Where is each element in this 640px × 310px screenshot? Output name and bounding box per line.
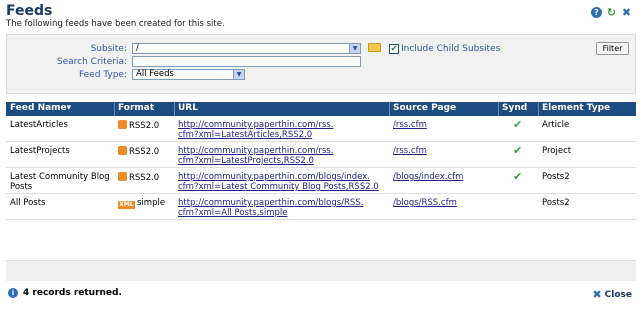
url-link[interactable]: http://community.paperthin.com/blogs/RSS…: [178, 198, 388, 218]
grid-body: LatestArticles RSS2.0 http://community.pap…: [6, 116, 636, 220]
url-line-2: cfm?xml=LatestArticles,RSS2.0: [178, 130, 313, 140]
grid-footer: [6, 260, 636, 281]
info-icon: i: [8, 288, 18, 298]
folder-browse-icon[interactable]: [368, 43, 381, 52]
url-line-1: http://community.paperthin.com/blogs/RSS…: [178, 198, 364, 208]
format-cell: XML simple: [118, 198, 165, 209]
element-type: Article: [542, 120, 570, 130]
status-text: 4 records returned.: [23, 288, 122, 298]
include-child-subsites-label: Include Child Subsites: [401, 44, 501, 54]
url-line-1: http://community.paperthin.com/rss.: [178, 120, 334, 130]
search-criteria-input[interactable]: [132, 56, 361, 67]
table-row[interactable]: Latest Community Blog Posts RSS2.0 http://c…: [6, 168, 636, 194]
column-header-feed-name[interactable]: Feed Name▾: [10, 103, 71, 113]
column-header-element-type[interactable]: Element Type: [542, 103, 610, 113]
subsite-value: /: [136, 43, 139, 53]
checkmark-icon: ✔: [513, 118, 523, 131]
feed-name: All Posts: [10, 198, 46, 208]
column-header-source-page[interactable]: Source Page: [393, 103, 456, 113]
format-value: RSS2.0: [129, 147, 160, 157]
close-x-icon: ✖: [592, 288, 602, 301]
format-value: RSS2.0: [129, 173, 160, 183]
help-icon[interactable]: ?: [591, 7, 602, 18]
url-link[interactable]: http://community.paperthin.com/rss. cfm?x…: [178, 146, 388, 166]
subsite-label: Subsite:: [90, 44, 127, 54]
checkmark-icon: ✔: [513, 170, 523, 183]
column-header-format[interactable]: Format: [118, 103, 154, 113]
format-cell: RSS2.0: [118, 146, 159, 157]
grid-header: Feed Name▾ Format URL Source Page Synd E…: [6, 102, 636, 116]
chevron-down-icon[interactable]: ▼: [349, 44, 360, 53]
url-line-2: cfm?xml=LatestProjects,RSS2.0: [178, 156, 314, 166]
table-row[interactable]: LatestArticles RSS2.0 http://community.pap…: [6, 116, 636, 142]
feed-type-value: All Feeds: [136, 69, 174, 79]
feed-name-cell: LatestArticles: [10, 120, 114, 130]
source-page-link[interactable]: /rss.cfm: [393, 120, 427, 130]
feed-name: LatestArticles: [10, 120, 68, 130]
format-value: RSS2.0: [129, 121, 160, 131]
feed-type-select[interactable]: All Feeds ▼: [132, 69, 245, 80]
page-subtitle: The following feeds have been created fo…: [6, 19, 225, 29]
feed-name-cell: LatestProjects: [10, 146, 114, 156]
url-line-2: cfm?xml=Latest Community Blog Posts,RSS2…: [178, 182, 379, 192]
source-page-link[interactable]: /blogs/RSS.cfm: [393, 198, 457, 208]
xml-icon: XML: [118, 201, 135, 209]
feed-name: Latest Community Blog: [10, 172, 110, 182]
synd-cell: ✔: [513, 118, 523, 131]
feed-name: LatestProjects: [10, 146, 70, 156]
feed-type-label: Feed Type:: [78, 70, 127, 80]
close-button[interactable]: ✖ Close: [592, 288, 632, 301]
close-icon[interactable]: ✖: [621, 6, 632, 19]
url-link[interactable]: http://community.paperthin.com/rss. cfm?x…: [178, 120, 388, 140]
url-line-1: http://community.paperthin.com/rss.: [178, 146, 334, 156]
synd-cell: ✔: [513, 170, 523, 183]
element-type: Posts2: [542, 198, 570, 208]
checkmark-icon: ✔: [513, 144, 523, 157]
feed-name-cont: Posts: [10, 182, 33, 192]
feed-name-cell: Latest Community Blog Posts: [10, 172, 114, 192]
url-link[interactable]: http://community.paperthin.com/blogs/ind…: [178, 172, 388, 192]
column-header-url[interactable]: URL: [178, 103, 198, 113]
feed-name-cell: All Posts: [10, 198, 114, 208]
table-row[interactable]: All Posts XML simple http://community.paper…: [6, 194, 636, 220]
search-criteria-label: Search Criteria:: [56, 57, 127, 67]
url-line-2: cfm?xml=All Posts,simple: [178, 208, 288, 218]
status-bar: i 4 records returned.: [8, 288, 122, 298]
format-cell: RSS2.0: [118, 172, 159, 183]
element-type: Posts2: [542, 172, 570, 182]
feeds-grid: Feed Name▾ Format URL Source Page Synd E…: [6, 102, 636, 220]
top-icon-bar: ? ↻ ✖: [591, 6, 632, 19]
column-header-synd[interactable]: Synd: [502, 103, 527, 113]
source-page-link[interactable]: /blogs/index.cfm: [393, 172, 463, 182]
refresh-icon[interactable]: ↻: [606, 6, 617, 19]
format-cell: RSS2.0: [118, 120, 159, 131]
rss-icon: [118, 120, 127, 129]
table-row[interactable]: LatestProjects RSS2.0 http://community.pap…: [6, 142, 636, 168]
url-line-1: http://community.paperthin.com/blogs/ind…: [178, 172, 370, 182]
format-value: simple: [137, 198, 166, 208]
rss-icon: [118, 172, 127, 181]
filter-panel: Subsite: / ▼ ✔ Include Child Subsites Fi…: [6, 34, 636, 94]
source-page-link[interactable]: /rss.cfm: [393, 146, 427, 156]
synd-cell: ✔: [513, 144, 523, 157]
close-label: Close: [604, 289, 632, 300]
element-type: Project: [542, 146, 572, 156]
rss-icon: [118, 146, 127, 155]
include-child-subsites-checkbox[interactable]: ✔: [389, 44, 399, 54]
chevron-down-icon[interactable]: ▼: [233, 70, 244, 79]
subsite-select[interactable]: / ▼: [132, 43, 361, 54]
filter-button[interactable]: Filter: [596, 42, 629, 55]
page-title: Feeds: [6, 3, 53, 19]
